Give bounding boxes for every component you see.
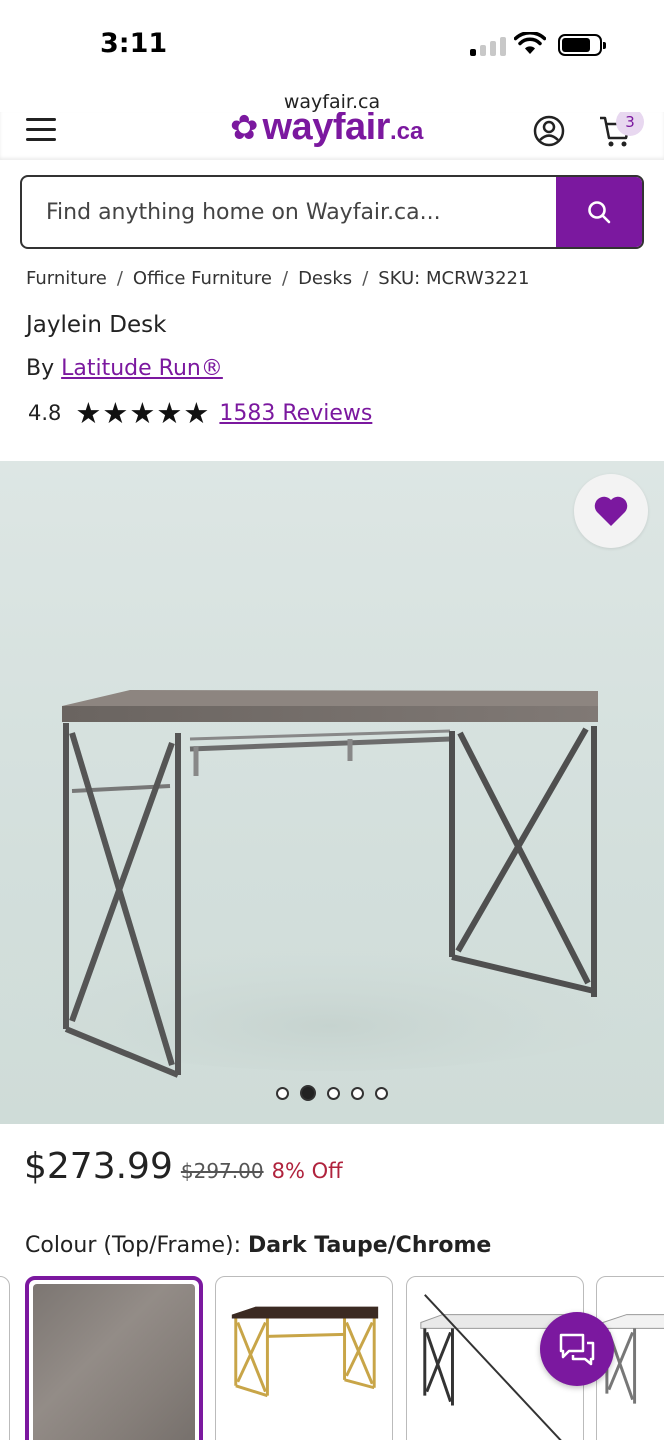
discount-badge: 8% Off xyxy=(271,1159,343,1183)
product-title: Jaylein Desk xyxy=(26,312,167,338)
url-text: wayfair.ca xyxy=(283,91,381,113)
search-icon xyxy=(588,201,611,224)
rating-value: 4.8 xyxy=(28,401,62,425)
breadcrumb-office-furniture[interactable]: Office Furniture xyxy=(133,268,272,289)
gallery-dot[interactable] xyxy=(375,1086,388,1100)
search-bar xyxy=(20,175,644,249)
colour-swatch[interactable] xyxy=(0,1276,10,1440)
chat-button[interactable] xyxy=(540,1312,614,1386)
breadcrumb: Furniture / Office Furniture / Desks / SKU: MC… xyxy=(26,268,529,289)
desk-image xyxy=(0,690,664,1078)
product-image[interactable] xyxy=(0,461,664,1124)
star-rating: ★ ★ ★ ★ ★ xyxy=(75,398,209,428)
colour-selection-label: Colour (Top/Frame): Dark Taupe/Chrome xyxy=(25,1233,491,1258)
colour-swatch[interactable] xyxy=(215,1276,393,1440)
heart-icon xyxy=(594,496,628,526)
swatch-gold-frame-image xyxy=(231,1306,379,1398)
account-icon[interactable] xyxy=(532,114,566,148)
sale-price: $273.99 xyxy=(24,1146,173,1187)
logo-mark-icon: ✿ xyxy=(230,112,259,148)
chat-icon xyxy=(559,1333,595,1366)
breadcrumb-separator: / xyxy=(116,268,123,289)
colour-value: Dark Taupe/Chrome xyxy=(248,1233,492,1258)
wayfair-logo[interactable]: ✿ wayfair .ca xyxy=(230,112,423,149)
gallery-dot[interactable] xyxy=(276,1086,289,1100)
cellular-signal-icon xyxy=(470,36,506,56)
brand-link[interactable]: Latitude Run® xyxy=(61,356,223,381)
star-icon: ★ xyxy=(75,396,102,430)
reviews-link[interactable]: 1583 Reviews xyxy=(219,401,372,426)
hamburger-icon[interactable] xyxy=(26,118,56,144)
gallery-dot[interactable] xyxy=(327,1086,340,1100)
breadcrumb-sku: SKU: MCRW3221 xyxy=(378,268,530,289)
status-time: 3:11 xyxy=(100,28,168,59)
gallery-pagination xyxy=(276,1085,388,1101)
original-price: $297.00 xyxy=(180,1159,264,1183)
price-row: $273.99 $297.00 8% Off xyxy=(24,1146,343,1187)
brand-line: By Latitude Run® xyxy=(26,356,223,381)
gallery-dot[interactable] xyxy=(351,1086,364,1100)
logo-text: wayfair xyxy=(262,112,391,148)
star-icon: ★ xyxy=(129,396,156,430)
status-bar: 3:11 xyxy=(0,0,664,88)
breadcrumb-furniture[interactable]: Furniture xyxy=(26,268,107,289)
by-label: By xyxy=(26,356,55,381)
breadcrumb-separator: / xyxy=(362,268,369,289)
search-button[interactable] xyxy=(556,177,642,247)
search-input[interactable] xyxy=(22,177,558,247)
star-icon: ★ xyxy=(183,396,210,430)
star-icon: ★ xyxy=(102,396,129,430)
breadcrumb-separator: / xyxy=(281,268,289,289)
favorite-button[interactable] xyxy=(574,474,648,548)
swatch-dark-taupe-image xyxy=(33,1284,195,1440)
cart-count-badge: 3 xyxy=(616,112,644,136)
site-header: ✿ wayfair .ca 3 xyxy=(0,112,664,160)
star-icon: ★ xyxy=(156,396,183,430)
breadcrumb-desks[interactable]: Desks xyxy=(298,268,352,289)
colour-label: Colour (Top/Frame): xyxy=(25,1233,242,1258)
colour-swatch-selected[interactable] xyxy=(25,1276,203,1440)
logo-suffix: .ca xyxy=(389,118,424,145)
wifi-icon xyxy=(514,32,546,54)
rating-row: 4.8 ★ ★ ★ ★ ★ 1583 Reviews xyxy=(28,398,372,428)
gallery-dot-active[interactable] xyxy=(300,1085,316,1101)
battery-icon xyxy=(558,34,606,56)
